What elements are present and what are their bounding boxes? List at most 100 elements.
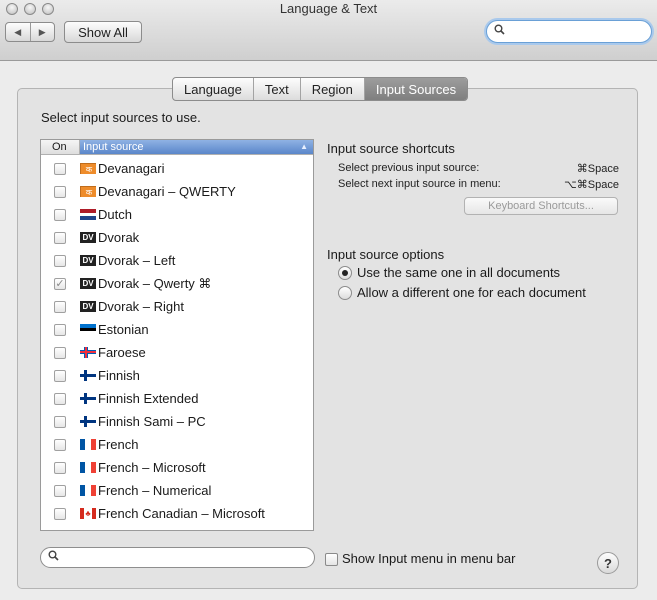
radio-different-label: Allow a different one for each document	[357, 285, 586, 300]
back-arrow-icon: ◀	[14, 26, 22, 37]
prev-source-label: Select previous input source:	[338, 162, 480, 174]
toolbar-search-field[interactable]	[486, 20, 652, 43]
dutch-flag-icon	[80, 209, 96, 220]
enable-checkbox[interactable]	[54, 484, 66, 497]
list-item[interactable]: French	[41, 433, 313, 456]
search-icon	[494, 24, 505, 38]
enable-checkbox[interactable]	[54, 300, 66, 313]
dv-flag-icon: DV	[80, 232, 96, 243]
list-item[interactable]: Faroese	[41, 341, 313, 364]
prev-source-shortcut: ⌘Space	[576, 163, 619, 175]
column-header-input-source[interactable]: Input source ▲	[80, 140, 313, 154]
enable-checkbox[interactable]	[54, 346, 66, 359]
enable-checkbox[interactable]	[54, 415, 66, 428]
finnish-flag-icon	[80, 393, 96, 404]
show-input-menu-checkbox[interactable]	[325, 553, 338, 566]
keyboard-shortcuts-button[interactable]: Keyboard Shortcuts...	[464, 197, 618, 215]
list-item[interactable]: French – Numerical	[41, 479, 313, 502]
input-source-label: Estonian	[98, 322, 149, 337]
tab-text[interactable]: Text	[252, 78, 300, 100]
shortcuts-heading: Input source shortcuts	[327, 141, 455, 156]
window-title: Language & Text	[279, 1, 378, 16]
list-item[interactable]: क Devanagari	[41, 157, 313, 180]
tab-input-sources[interactable]: Input Sources	[363, 78, 468, 100]
column-header-on[interactable]: On	[41, 140, 80, 154]
list-item[interactable]: French – Microsoft	[41, 456, 313, 479]
enable-checkbox[interactable]	[54, 507, 66, 520]
next-source-shortcut: ⌥⌘Space	[564, 179, 619, 191]
list-item[interactable]: Finnish Extended	[41, 387, 313, 410]
dv-flag-icon: DV	[80, 301, 96, 312]
finnish-flag-icon	[80, 370, 96, 381]
column-header-label: Input source	[83, 141, 144, 153]
show-all-button[interactable]: Show All	[64, 21, 142, 43]
input-source-label: Dvorak – Qwerty ⌘	[98, 275, 212, 291]
list-item[interactable]: Estonian	[41, 318, 313, 341]
enable-checkbox[interactable]	[54, 231, 66, 244]
options-heading: Input source options	[327, 247, 445, 262]
list-item[interactable]: ♣ French Canadian – Microsoft	[41, 502, 313, 525]
input-source-label: Finnish	[98, 368, 140, 383]
canada-flag-icon: ♣	[80, 508, 96, 519]
list-item[interactable]: ✓ DV Dvorak – Qwerty ⌘	[41, 272, 313, 295]
input-source-list[interactable]: On Input source ▲ DanishकDevanagariकDeva…	[40, 139, 314, 531]
input-source-label: Dvorak	[98, 230, 140, 245]
input-source-label: Devanagari	[98, 161, 165, 176]
french-flag-icon	[80, 462, 96, 473]
input-source-search-field[interactable]	[40, 547, 315, 568]
dv-flag-icon: DV	[80, 278, 96, 289]
list-item[interactable]: Finnish Sami – PC	[41, 410, 313, 433]
french-flag-icon	[80, 439, 96, 450]
tab-bar: Language Text Region Input Sources	[172, 77, 469, 101]
list-item[interactable]: क Devanagari – QWERTY	[41, 180, 313, 203]
enable-checkbox[interactable]	[54, 392, 66, 405]
enable-checkbox[interactable]	[54, 369, 66, 382]
list-header: On Input source ▲	[41, 140, 313, 155]
input-source-label: Devanagari – QWERTY	[98, 184, 236, 199]
list-item[interactable]: DV Dvorak – Right	[41, 295, 313, 318]
sort-ascending-icon: ▲	[300, 142, 308, 151]
enable-checkbox[interactable]	[54, 162, 66, 175]
window-titlebar: Language & Text ◀ ▶ Show All	[0, 0, 657, 61]
faroese-flag-icon	[80, 347, 96, 358]
radio-same-all-documents[interactable]	[338, 266, 352, 280]
enable-checkbox[interactable]: ✓	[54, 277, 66, 290]
enable-checkbox[interactable]	[54, 208, 66, 221]
back-button[interactable]: ◀	[6, 23, 30, 41]
enable-checkbox[interactable]	[54, 438, 66, 451]
show-input-menu-label: Show Input menu in menu bar	[342, 551, 516, 566]
nav-back-forward: ◀ ▶	[5, 22, 55, 42]
input-source-label: Dvorak – Right	[98, 299, 184, 314]
input-source-label: French	[98, 437, 139, 452]
enable-checkbox[interactable]	[54, 185, 66, 198]
devanagari-flag-icon: क	[80, 186, 96, 197]
list-item[interactable]: Finnish	[41, 364, 313, 387]
enable-checkbox[interactable]	[54, 323, 66, 336]
search-icon	[48, 550, 59, 564]
radio-different-each-document[interactable]	[338, 286, 352, 300]
input-source-label: French – Microsoft	[98, 460, 206, 475]
input-source-label: Faroese	[98, 345, 146, 360]
tab-language[interactable]: Language	[173, 78, 253, 100]
input-source-label: Finnish Sami – PC	[98, 414, 206, 429]
list-item[interactable]: Dutch	[41, 203, 313, 226]
list-item[interactable]: DV Dvorak	[41, 226, 313, 249]
input-source-label: French Canadian – Microsoft	[98, 506, 265, 521]
enable-checkbox[interactable]	[54, 461, 66, 474]
next-source-label: Select next input source in menu:	[338, 178, 501, 190]
input-source-label: French – Numerical	[98, 483, 212, 498]
dv-flag-icon: DV	[80, 255, 96, 266]
forward-button[interactable]: ▶	[29, 23, 55, 41]
tab-region[interactable]: Region	[299, 78, 364, 100]
french-num-flag-icon	[80, 485, 96, 496]
input-source-label: Dutch	[98, 207, 132, 222]
finnish-flag-icon	[80, 416, 96, 427]
help-button[interactable]: ?	[597, 552, 619, 574]
list-instruction: Select input sources to use.	[41, 110, 201, 125]
input-source-label: Dvorak – Left	[98, 253, 176, 268]
forward-arrow-icon: ▶	[38, 26, 46, 37]
estonian-flag-icon	[80, 324, 96, 335]
list-item[interactable]: DV Dvorak – Left	[41, 249, 313, 272]
enable-checkbox[interactable]	[54, 254, 66, 267]
radio-same-label: Use the same one in all documents	[357, 265, 561, 280]
